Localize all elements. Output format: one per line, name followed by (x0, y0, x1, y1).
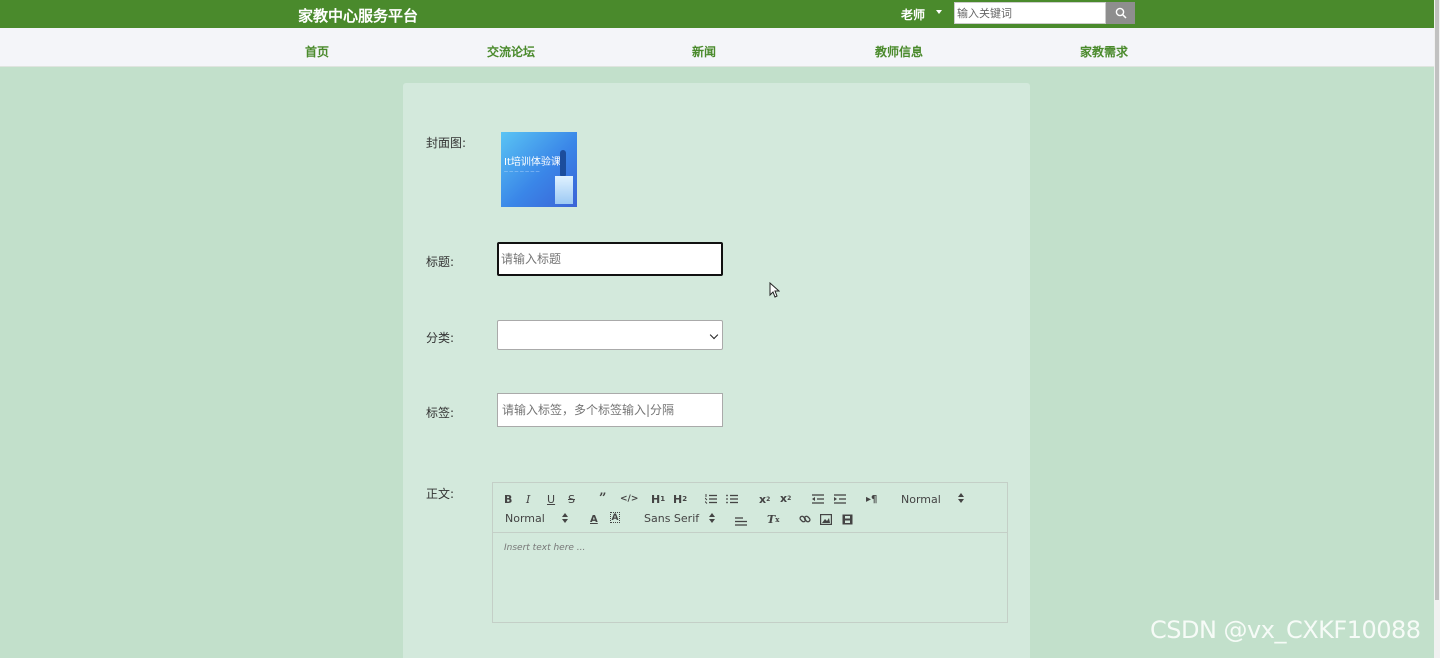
image-button[interactable] (820, 512, 832, 526)
watermark: CSDN @vx_CXKF10088 (1150, 616, 1421, 644)
code-block-button[interactable]: </> (620, 492, 638, 506)
cover-image-subtitle: — — — — — — — (504, 169, 540, 174)
select-arrows-icon (709, 513, 715, 523)
bold-button[interactable]: B (504, 492, 512, 506)
user-menu[interactable]: 老师 (901, 6, 925, 23)
top-bar: 家教中心服务平台 老师 (0, 0, 1434, 28)
heading-1-button[interactable]: H1 (651, 492, 665, 506)
indent-button[interactable] (834, 492, 846, 506)
mouse-cursor-icon (769, 282, 780, 298)
search-input[interactable] (954, 2, 1106, 24)
outdent-icon (812, 494, 824, 504)
category-select[interactable] (497, 320, 723, 350)
rich-text-editor[interactable]: B I U S ” </> H1 H2 x2 x2 ▸¶ Normal Norm… (492, 482, 1008, 623)
select-arrows-icon (958, 493, 964, 503)
cover-image[interactable]: It培训体验课 — — — — — — — (501, 132, 577, 207)
nav-home[interactable]: 首页 (305, 43, 329, 60)
clear-format-button[interactable]: Tx (767, 512, 779, 526)
cover-image-title: It培训体验课 (504, 157, 561, 168)
scrollbar-thumb[interactable] (1435, 0, 1439, 600)
italic-button[interactable]: I (526, 492, 530, 506)
indent-icon (834, 494, 846, 504)
scrollbar[interactable] (1434, 0, 1440, 658)
size-select[interactable]: Normal (505, 512, 545, 526)
text-color-button[interactable]: A (590, 512, 598, 526)
title-label: 标题: (426, 255, 455, 269)
title-input[interactable] (497, 242, 723, 276)
editor-toolbar: B I U S ” </> H1 H2 x2 x2 ▸¶ Normal Norm… (493, 483, 1007, 533)
nav-tutoring-requests[interactable]: 家教需求 (1080, 43, 1128, 60)
nav-news[interactable]: 新闻 (692, 43, 716, 60)
ordered-list-button[interactable] (705, 492, 717, 506)
blockquote-button[interactable]: ” (599, 491, 606, 506)
heading-2-button[interactable]: H2 (673, 492, 687, 506)
image-icon (820, 513, 832, 525)
tags-input[interactable] (497, 393, 723, 427)
font-select[interactable]: Sans Serif (644, 512, 699, 526)
search-icon (1115, 7, 1127, 19)
link-icon (799, 515, 811, 523)
superscript-button[interactable]: x2 (780, 491, 791, 505)
site-title[interactable]: 家教中心服务平台 (298, 5, 418, 26)
select-arrows-icon (562, 513, 568, 523)
cover-image-figure (560, 150, 566, 176)
editor-placeholder[interactable]: Insert text here ... (504, 543, 585, 553)
category-label: 分类: (426, 331, 455, 345)
background-color-button[interactable]: A (610, 512, 620, 523)
nav-forum[interactable]: 交流论坛 (487, 43, 535, 60)
bullet-list-icon (726, 494, 738, 504)
align-left-icon (735, 516, 747, 526)
outdent-button[interactable] (812, 492, 824, 506)
underline-button[interactable]: U (547, 492, 555, 506)
size-select-value: Normal (505, 512, 545, 525)
strike-button[interactable]: S (568, 492, 575, 506)
tags-label: 标签: (426, 406, 455, 420)
body-label: 正文: (426, 487, 455, 501)
subscript-button[interactable]: x2 (759, 492, 770, 506)
video-button[interactable] (842, 512, 853, 526)
nav-teachers[interactable]: 教师信息 (875, 43, 923, 60)
cover-image-box (555, 176, 573, 204)
header-select-value: Normal (901, 493, 941, 506)
cover-label: 封面图: (426, 136, 467, 150)
font-select-value: Sans Serif (644, 512, 700, 525)
chevron-down-icon[interactable] (936, 10, 942, 14)
main-nav: 首页 交流论坛 新闻 教师信息 家教需求 (0, 28, 1434, 67)
video-icon (842, 514, 853, 524)
link-button[interactable] (799, 512, 811, 526)
ordered-list-icon (705, 494, 717, 504)
header-select[interactable]: Normal (901, 493, 941, 507)
text-direction-button[interactable]: ▸¶ (866, 492, 877, 506)
align-button[interactable] (735, 513, 747, 527)
bullet-list-button[interactable] (726, 492, 738, 506)
search-button[interactable] (1106, 2, 1135, 24)
chevron-down-icon (709, 330, 719, 340)
